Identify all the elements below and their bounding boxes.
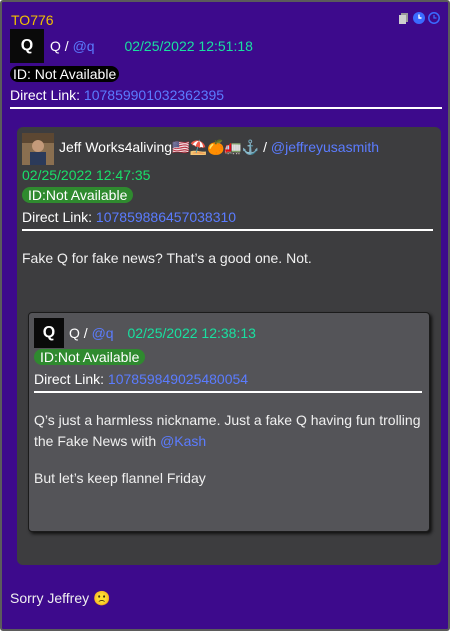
nested-text: Q’s just a harmless nickname. Just a fak… <box>34 410 422 452</box>
nested-divider <box>34 391 422 393</box>
drop-actions <box>398 11 440 24</box>
quoted-direct-link-label: Direct Link: <box>22 209 93 225</box>
clock-icon[interactable] <box>413 11 425 24</box>
drop-id: TO776 <box>11 12 54 28</box>
quoted-author-name: Jeff Works4aliving🇺🇸⛱️🍊🚛⚓ <box>59 139 260 155</box>
quoted-direct-link-row: Direct Link: 1078598864570383​10 <box>22 209 236 225</box>
post-date: 02/25/2022 12:51:18 <box>124 38 253 54</box>
quoted-post-date: 02/25/2022 12:47:35 <box>22 167 151 183</box>
avatar <box>22 133 54 165</box>
drop-card: TO776 Q Q / @q 02/25/2022 12:51:18 ID: N… <box>0 0 450 631</box>
direct-link[interactable]: 1078599010323623​95 <box>84 87 224 103</box>
quoted-divider <box>22 229 433 231</box>
document-icon[interactable] <box>398 11 410 24</box>
drop-text: Sorry Jeffrey 🙁 <box>10 590 111 606</box>
nested-author-name: Q <box>69 325 80 341</box>
nested-author-handle[interactable]: @q <box>92 325 114 341</box>
divider <box>10 107 442 109</box>
author-handle[interactable]: @q <box>73 38 95 54</box>
nested-direct-link[interactable]: 1078598490254800​54 <box>108 371 248 387</box>
direct-link-row: Direct Link: 1078599010323623​95 <box>10 87 224 103</box>
quoted-text: Fake Q for fake news? That’s a good one.… <box>22 250 312 266</box>
author-line: Q / @q 02/25/2022 12:51:18 <box>50 38 253 54</box>
quoted-id-badge: ID:Not Available <box>22 187 134 203</box>
nested-direct-link-row: Direct Link: 1078598490254800​54 <box>34 371 248 387</box>
clock-outline-icon[interactable] <box>428 11 440 24</box>
quoted-author-handle[interactable]: @jeffreyusasmith <box>271 139 379 155</box>
nested-mention[interactable]: @Kash <box>160 433 206 449</box>
nested-quoted-post: Q Q / @q 02/25/2022 12:38:13 ID:Not Avai… <box>28 312 430 532</box>
nested-direct-link-label: Direct Link: <box>34 371 105 387</box>
author-name: Q <box>50 38 61 54</box>
quoted-author-line: Jeff Works4aliving🇺🇸⛱️🍊🚛⚓ / @jeffreyusas… <box>59 139 380 155</box>
avatar: Q <box>10 29 44 63</box>
id-badge: ID: Not Available <box>10 66 120 82</box>
nested-text-body: Q’s just a harmless nickname. Just a fak… <box>34 412 421 449</box>
nested-author-line: Q / @q 02/25/2022 12:38:13 <box>69 325 256 341</box>
nested-id-badge: ID:Not Available <box>34 349 146 365</box>
direct-link-label: Direct Link: <box>10 87 81 103</box>
nested-post-date: 02/25/2022 12:38:13 <box>127 325 256 341</box>
quoted-direct-link[interactable]: 1078598864570383​10 <box>96 209 236 225</box>
nested-text-2: But let’s keep flannel Friday <box>34 470 206 486</box>
nested-avatar: Q <box>34 318 64 348</box>
